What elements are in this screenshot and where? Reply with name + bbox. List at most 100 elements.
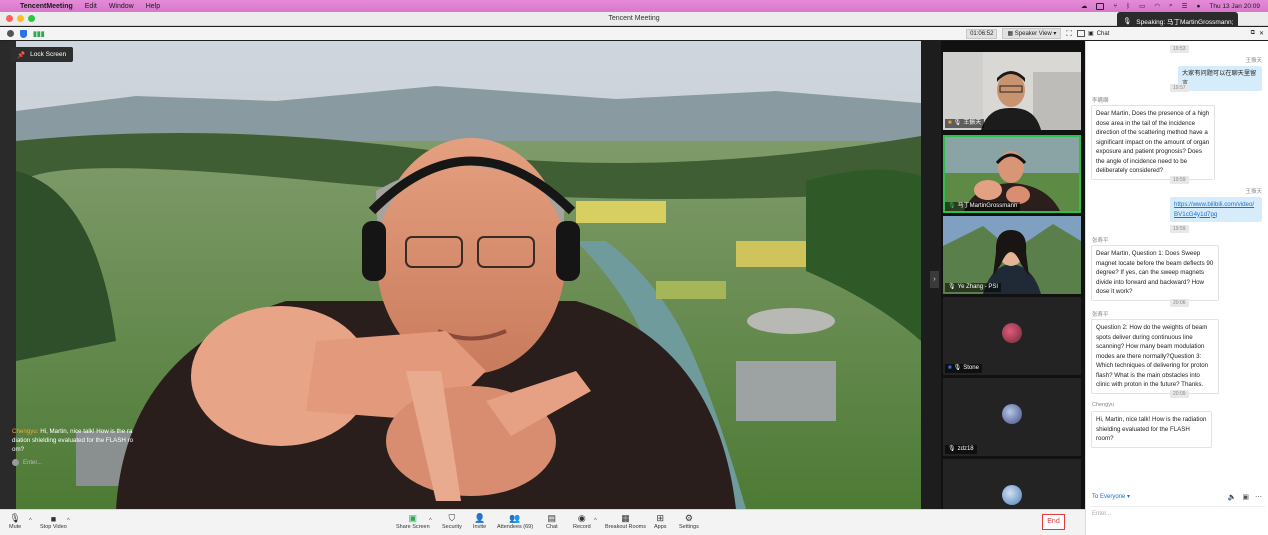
security-label: Security xyxy=(442,524,462,530)
share-screen-label: Share Screen xyxy=(396,524,430,530)
fork-icon[interactable]: ⑂ xyxy=(1113,3,1117,10)
mute-button[interactable]: 🎙 Mute xyxy=(9,513,21,530)
attendees-label: Attendees (69) xyxy=(497,524,534,530)
apps-label: Apps xyxy=(654,524,667,530)
message-sender: 张寿平 xyxy=(1092,238,1109,244)
mic-active-icon: 🎙 xyxy=(948,203,956,209)
participant-tile-active[interactable]: 🎙 马丁MartinGrossmann xyxy=(943,135,1081,213)
apps-button[interactable]: ⊞ Apps xyxy=(654,513,667,530)
share-screen-icon: ▣ xyxy=(408,513,418,523)
record-button[interactable]: ◉ Record xyxy=(573,513,591,530)
menu-edit[interactable]: Edit xyxy=(85,3,97,10)
apps-grid-icon: ⊞ xyxy=(656,513,665,523)
lock-screen-button[interactable]: 📌 Lock Screen xyxy=(10,47,74,62)
emoji-icon[interactable] xyxy=(12,459,19,466)
record-options-chevron-icon[interactable]: ^ xyxy=(594,518,597,524)
participant-tile[interactable]: 🎙 Ye Zhang - PSI xyxy=(943,216,1081,294)
attendees-button[interactable]: 👥 Attendees (69) xyxy=(497,513,533,530)
message-sender: 李瞒瞒 xyxy=(1092,98,1109,104)
end-meeting-button[interactable]: End xyxy=(1042,514,1065,530)
chat-to-value[interactable]: Everyone xyxy=(1100,494,1125,500)
menu-window[interactable]: Window xyxy=(109,3,134,10)
siri-icon[interactable]: ● xyxy=(1196,3,1200,10)
search-icon[interactable]: ⌕ xyxy=(1169,2,1173,10)
chat-message-bubble: Dear Martin, Does the presence of a high… xyxy=(1091,105,1215,180)
chat-icon: ▤ xyxy=(547,513,557,523)
mic-muted-icon: 🎙 xyxy=(948,446,956,452)
host-icon: ■ xyxy=(948,120,952,126)
pin-icon: 📌 xyxy=(17,51,26,59)
mute-label: Mute xyxy=(9,524,22,530)
bluetooth-icon[interactable]: ᛒ xyxy=(1126,3,1130,10)
mic-muted-icon: 🎙 xyxy=(948,284,956,290)
chat-header: ▣ Chat ⧉ ✕ xyxy=(1085,27,1268,40)
chat-to-label: To xyxy=(1092,494,1099,500)
security-shield-icon[interactable] xyxy=(20,29,27,38)
clock-text[interactable]: Thu 13 Jan 20:09 xyxy=(1209,3,1260,10)
popout-icon[interactable]: ⧉ xyxy=(1251,30,1255,37)
user-icon: ■ xyxy=(948,365,952,371)
chat-message-bubble: 大家有问题可以在聊天里留言 xyxy=(1178,66,1262,91)
menu-app-name[interactable]: TencentMeeting xyxy=(20,3,73,10)
control-center-icon[interactable]: ☰ xyxy=(1182,2,1188,10)
cloud-icon[interactable]: ☁ xyxy=(1081,2,1088,10)
layout-toggle-icon[interactable] xyxy=(1077,30,1085,37)
video-options-chevron-icon[interactable]: ^ xyxy=(67,518,70,524)
chat-button[interactable]: ▤ Chat xyxy=(546,513,558,530)
network-signal-icon[interactable]: ▮▮▮ xyxy=(33,30,45,38)
meeting-info-icon[interactable] xyxy=(7,30,14,37)
menu-help[interactable]: Help xyxy=(146,3,160,10)
view-selector[interactable]: ▦ Speaker View ▾ xyxy=(1002,28,1062,39)
participant-tile[interactable]: ■ 🎙 王振天 xyxy=(943,52,1081,130)
share-screen-button[interactable]: ▣ Share Screen xyxy=(396,513,430,530)
message-timestamp: 19:59 xyxy=(1170,225,1189,233)
add-person-icon: 👤 xyxy=(473,513,486,523)
breakout-rooms-button[interactable]: ▦ Breakout Rooms xyxy=(605,513,646,530)
settings-button[interactable]: ⚙ Settings xyxy=(679,513,699,530)
message-timestamp: 19:53 xyxy=(1170,45,1189,53)
meeting-timer: 01:06:52 xyxy=(966,28,998,39)
close-icon[interactable]: ✕ xyxy=(1259,30,1264,37)
mute-options-chevron-icon[interactable]: ^ xyxy=(29,518,32,524)
message-timestamp: 19:57 xyxy=(1170,84,1189,92)
menu-bar: TencentMeeting Edit Window Help ☁ ⑂ ᛒ ▭ … xyxy=(0,0,1268,12)
main-speaker-video[interactable] xyxy=(16,41,921,509)
chat-label: Chat xyxy=(546,524,558,530)
participant-tile[interactable]: ■ 🎙 Stone xyxy=(943,297,1081,375)
fullscreen-icon[interactable]: ⛶ xyxy=(1066,29,1072,39)
breakout-rooms-label: Breakout Rooms xyxy=(605,524,646,530)
stop-video-button[interactable]: ■ Stop Video xyxy=(40,513,67,531)
participant-name: Ye Zhang - PSI xyxy=(957,284,999,290)
screenshot-icon[interactable]: ▣ xyxy=(1242,493,1249,501)
chat-recipient-selector[interactable]: To Everyone ▾ xyxy=(1092,493,1130,500)
battery-icon[interactable]: ▭ xyxy=(1139,2,1145,10)
message-sender: 张寿平 xyxy=(1092,312,1109,318)
chat-message-bubble: Dear Martin, Question 1: Does Sweep magn… xyxy=(1091,245,1219,301)
participant-avatar xyxy=(1002,404,1022,424)
overlay-chat-input[interactable]: Enter... xyxy=(12,459,42,466)
participant-avatar xyxy=(1002,323,1022,343)
chevron-down-icon[interactable]: ▾ xyxy=(1125,494,1130,500)
clipboard-icon[interactable] xyxy=(1096,2,1105,10)
participant-tile[interactable]: 🎙 zdz18 xyxy=(943,378,1081,456)
message-timestamp: 20:09 xyxy=(1170,390,1189,398)
shield-icon: ⛉ xyxy=(448,513,456,523)
gear-icon: ⚙ xyxy=(684,513,693,523)
message-timestamp: 20:06 xyxy=(1170,299,1189,307)
chat-header-title: Chat xyxy=(1096,30,1110,37)
collapse-gallery-button[interactable]: › xyxy=(930,271,939,288)
invite-button[interactable]: 👤 Invite xyxy=(473,513,486,530)
participant-avatar xyxy=(1002,485,1022,505)
participant-name-tag: 🎙 zdz18 xyxy=(945,445,977,454)
video-camera-icon: ■ xyxy=(50,513,57,524)
invite-label: Invite xyxy=(473,524,487,530)
chat-link-bubble[interactable]: https://www.bilibili.com/video/BV1cG4y1d… xyxy=(1170,197,1262,222)
share-options-chevron-icon[interactable]: ^ xyxy=(429,518,432,524)
message-sender: 王振天 xyxy=(1245,189,1262,195)
wifi-icon[interactable]: ◠ xyxy=(1154,2,1160,10)
security-button[interactable]: ⛉ Security xyxy=(442,513,462,530)
audio-icon[interactable]: 🔈 xyxy=(1228,493,1237,501)
chat-link[interactable]: https://www.bilibili.com/video/BV1cG4y1d… xyxy=(1174,201,1254,218)
chat-input[interactable]: Enter... xyxy=(1090,506,1265,526)
more-icon[interactable]: ⋯ xyxy=(1255,493,1262,501)
